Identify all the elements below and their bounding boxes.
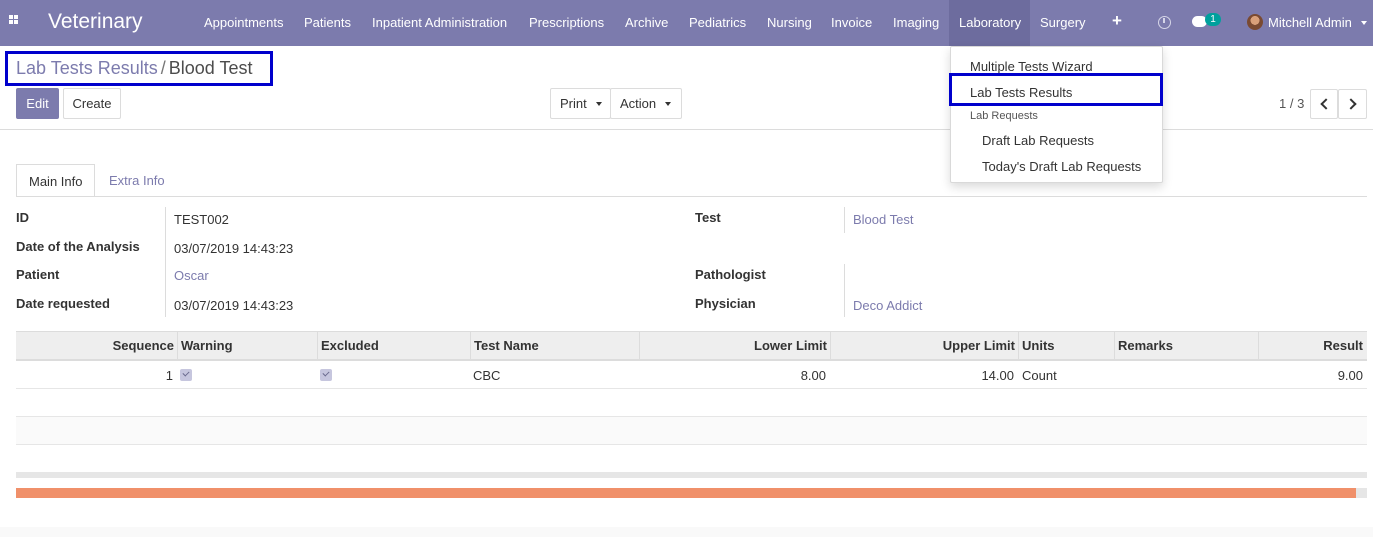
column-header-remarks[interactable]: Remarks: [1118, 338, 1173, 353]
table-row-divider: [16, 388, 1367, 389]
column-separator: [1114, 332, 1115, 360]
column-header-units[interactable]: Units: [1022, 338, 1055, 353]
column-separator: [317, 332, 318, 360]
field-value-date-requested: 03/07/2019 14:43:23: [174, 298, 294, 313]
print-caret-icon: [596, 102, 602, 106]
menu-surgery[interactable]: Surgery: [1030, 0, 1096, 46]
column-header-sequence[interactable]: Sequence: [16, 338, 174, 353]
menu-item-draft-lab-requests[interactable]: Draft Lab Requests: [982, 133, 1094, 148]
tab-divider: [16, 196, 1367, 197]
column-header-lower-limit[interactable]: Lower Limit: [640, 338, 827, 353]
column-separator: [177, 332, 178, 360]
cell-test-name[interactable]: CBC: [473, 368, 500, 383]
cell-upper-limit[interactable]: 14.00: [831, 368, 1014, 383]
field-label-patient: Patient: [16, 267, 60, 282]
action-caret-icon: [665, 102, 671, 106]
breadcrumb-current: Blood Test: [168, 58, 253, 78]
field-label-id: ID: [16, 210, 29, 225]
field-value-test[interactable]: Blood Test: [853, 212, 913, 227]
menu-item-todays-draft-lab-requests[interactable]: Today's Draft Lab Requests: [982, 159, 1141, 174]
control-panel-divider: [0, 129, 1373, 130]
action-button[interactable]: Action: [610, 88, 682, 119]
print-button[interactable]: Print: [550, 88, 611, 119]
pager-previous-button[interactable]: [1310, 89, 1338, 119]
table-footer: [16, 472, 1367, 478]
print-label: Print: [560, 96, 587, 111]
field-label-pathologist: Pathologist: [695, 267, 766, 282]
right-field-divider: [844, 264, 845, 317]
table-row-divider: [16, 416, 1367, 417]
progress-fill: [16, 488, 1357, 498]
menu-item-multiple-tests-wizard[interactable]: Multiple Tests Wizard: [970, 59, 1093, 74]
menu-prescriptions[interactable]: Prescriptions: [519, 0, 614, 46]
app-brand: Veterinary: [48, 10, 143, 33]
column-header-test-name[interactable]: Test Name: [474, 338, 539, 353]
table-row-divider: [16, 444, 1367, 445]
chat-badge: 1: [1205, 13, 1221, 26]
user-menu[interactable]: Mitchell Admin: [1268, 15, 1352, 30]
chevron-left-icon: [1320, 98, 1332, 110]
cell-lower-limit[interactable]: 8.00: [640, 368, 826, 383]
plus-icon[interactable]: +: [1112, 11, 1122, 31]
menu-nursing[interactable]: Nursing: [757, 0, 822, 46]
field-label-date-requested: Date requested: [16, 296, 110, 311]
menu-appointments[interactable]: Appointments: [194, 0, 294, 46]
menu-laboratory[interactable]: Laboratory: [949, 0, 1030, 46]
avatar[interactable]: [1247, 14, 1263, 30]
menu-invoice[interactable]: Invoice: [821, 0, 882, 46]
progress-bar: [16, 488, 1367, 498]
edit-button[interactable]: Edit: [16, 88, 59, 119]
breadcrumb-parent[interactable]: Lab Tests Results: [16, 58, 158, 78]
field-label-date-analysis: Date of the Analysis: [16, 239, 140, 254]
left-field-divider: [165, 207, 166, 317]
field-value-patient[interactable]: Oscar: [174, 268, 209, 283]
field-label-physician: Physician: [695, 296, 756, 311]
tab-main-info[interactable]: Main Info: [16, 164, 96, 197]
breadcrumb: Lab Tests Results / Blood Test: [5, 51, 273, 86]
field-value-date-analysis: 03/07/2019 14:43:23: [174, 241, 294, 256]
menu-inpatient-administration[interactable]: Inpatient Administration: [362, 0, 517, 46]
column-header-warning[interactable]: Warning: [181, 338, 233, 353]
pager-next-button[interactable]: [1338, 89, 1367, 119]
page-bottom-band: [0, 527, 1373, 537]
column-header-result[interactable]: Result: [1259, 338, 1363, 353]
column-separator: [470, 332, 471, 360]
cell-result[interactable]: 9.00: [1259, 368, 1363, 383]
excluded-checkbox: [320, 369, 332, 381]
column-separator: [1018, 332, 1019, 360]
action-label: Action: [620, 96, 657, 111]
cell-sequence[interactable]: 1: [16, 368, 173, 383]
pager-value: 1 / 3: [1279, 96, 1305, 111]
chevron-right-icon: [1345, 98, 1357, 110]
column-header-excluded[interactable]: Excluded: [321, 338, 379, 353]
cell-units[interactable]: Count: [1022, 368, 1057, 383]
user-caret-icon: [1361, 21, 1367, 25]
right-field-divider: [844, 207, 845, 233]
field-value-id: TEST002: [174, 212, 229, 227]
breadcrumb-separator: /: [160, 58, 166, 78]
menu-imaging[interactable]: Imaging: [883, 0, 949, 46]
field-value-physician[interactable]: Deco Addict: [853, 298, 922, 313]
menu-patients[interactable]: Patients: [294, 0, 361, 46]
warning-checkbox: [180, 369, 192, 381]
menu-section-lab-requests: Lab Requests: [970, 110, 1038, 122]
create-button[interactable]: Create: [63, 88, 121, 119]
column-header-upper-limit[interactable]: Upper Limit: [831, 338, 1015, 353]
field-label-test: Test: [695, 210, 721, 225]
apps-grid-icon[interactable]: [9, 15, 23, 29]
top-navbar: Veterinary Appointments Patients Inpatie…: [0, 0, 1373, 46]
highlight-box: [949, 73, 1163, 106]
tab-extra-info[interactable]: Extra Info: [97, 164, 177, 197]
menu-pediatrics[interactable]: Pediatrics: [679, 0, 756, 46]
menu-archive[interactable]: Archive: [615, 0, 678, 46]
empty-table-row: [16, 417, 1367, 445]
clock-icon[interactable]: [1158, 16, 1171, 29]
